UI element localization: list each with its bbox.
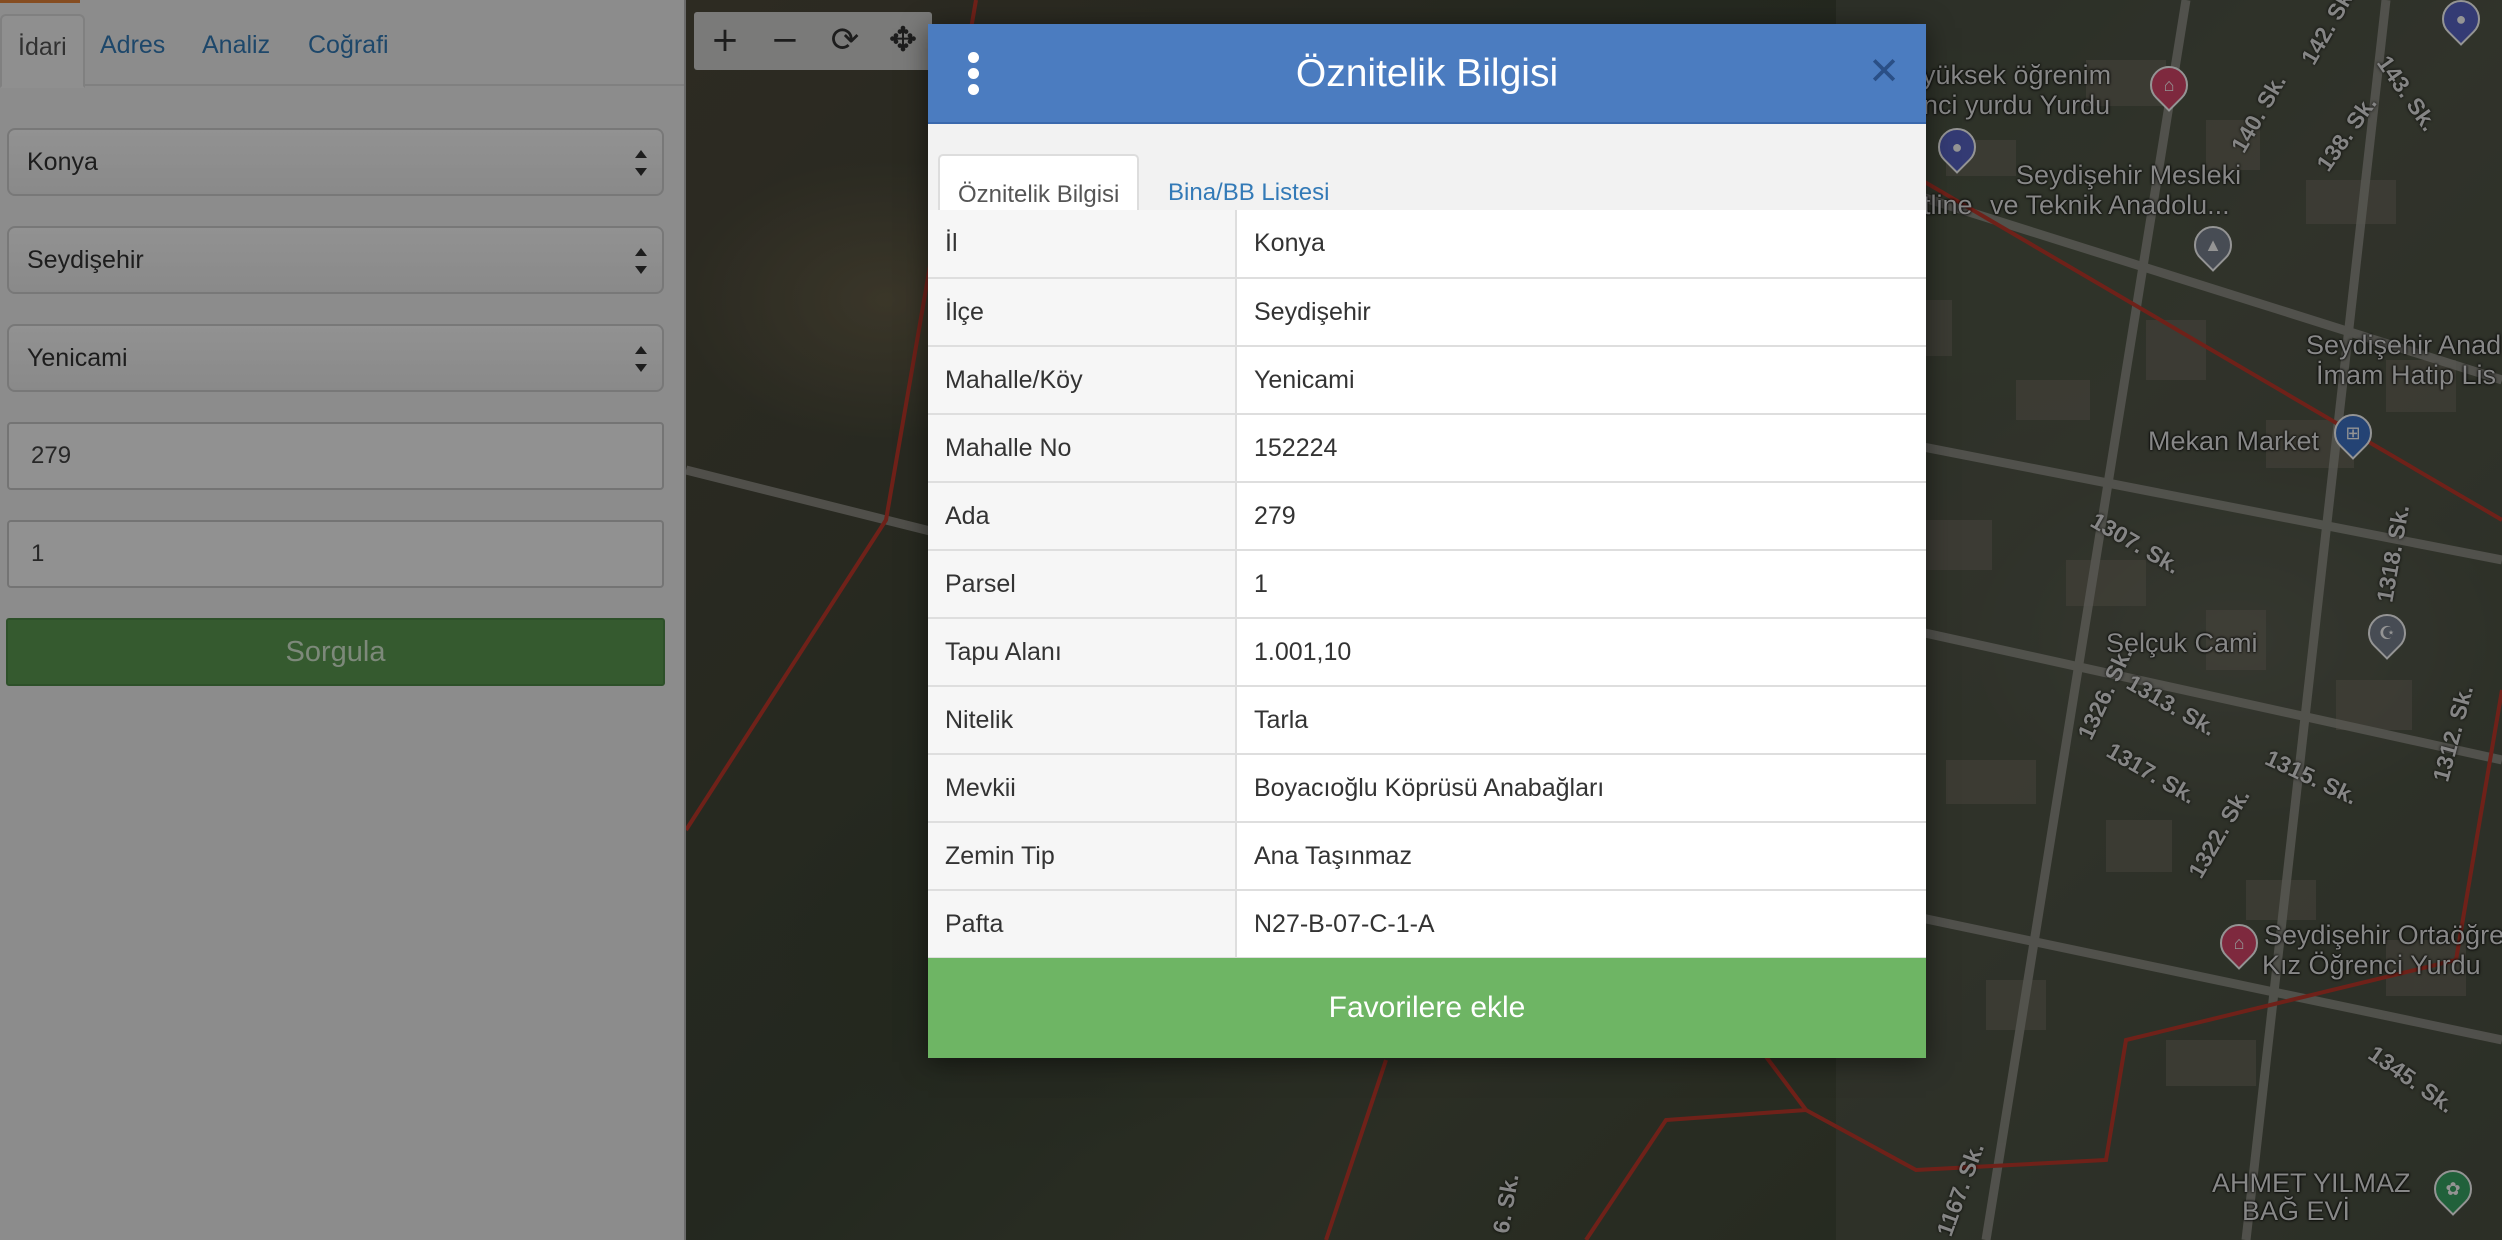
- close-icon[interactable]: ✕: [1864, 50, 1904, 94]
- table-row: Mahalle No 152224: [928, 414, 1926, 483]
- attr-key: Mahalle No: [928, 414, 1237, 483]
- table-row: Mevkii Boyacıoğlu Köprüsü Anabağları: [928, 754, 1926, 823]
- attr-value: 152224: [1236, 414, 1926, 483]
- add-to-favorites-button[interactable]: Favorilere ekle: [928, 958, 1926, 1058]
- attr-key: Nitelik: [928, 686, 1237, 755]
- attr-key: Ada: [928, 482, 1237, 551]
- attr-key: Mahalle/Köy: [928, 346, 1237, 415]
- modal-header: Öznitelik Bilgisi ✕: [928, 24, 1926, 124]
- table-row: Nitelik Tarla: [928, 686, 1926, 755]
- attr-value: Yenicami: [1236, 346, 1926, 415]
- table-row: Pafta N27-B-07-C-1-A: [928, 890, 1926, 959]
- attr-value: N27-B-07-C-1-A: [1236, 890, 1926, 959]
- attr-value: Ana Taşınmaz: [1236, 822, 1926, 891]
- table-row: İl Konya: [928, 210, 1926, 279]
- table-row: İlçe Seydişehir: [928, 278, 1926, 347]
- attr-value: 1.001,10: [1236, 618, 1926, 687]
- attr-key: Tapu Alanı: [928, 618, 1237, 687]
- table-row: Parsel 1: [928, 550, 1926, 619]
- attr-value: Boyacıoğlu Köprüsü Anabağları: [1236, 754, 1926, 823]
- attr-key: Mevkii: [928, 754, 1237, 823]
- attr-key: İlçe: [928, 278, 1237, 347]
- table-row: Zemin Tip Ana Taşınmaz: [928, 822, 1926, 891]
- modal-title: Öznitelik Bilgisi: [1295, 52, 1559, 95]
- attribute-table: İl Konya İlçe Seydişehir Mahalle/Köy Yenica…: [928, 210, 1926, 959]
- attr-value: Konya: [1236, 210, 1926, 279]
- attr-key: Zemin Tip: [928, 822, 1237, 891]
- attribute-info-modal: Öznitelik Bilgisi ✕ Öznitelik Bilgisi Bi…: [928, 24, 1926, 1058]
- attr-key: Pafta: [928, 890, 1237, 959]
- attr-value: Seydişehir: [1236, 278, 1926, 347]
- table-row: Ada 279: [928, 482, 1926, 551]
- table-row: Tapu Alanı 1.001,10: [928, 618, 1926, 687]
- attr-key: İl: [928, 210, 1237, 279]
- attr-value: 1: [1236, 550, 1926, 619]
- attr-value: Tarla: [1236, 686, 1926, 755]
- table-row: Mahalle/Köy Yenicami: [928, 346, 1926, 415]
- attr-key: Parsel: [928, 550, 1237, 619]
- attr-value: 279: [1236, 482, 1926, 551]
